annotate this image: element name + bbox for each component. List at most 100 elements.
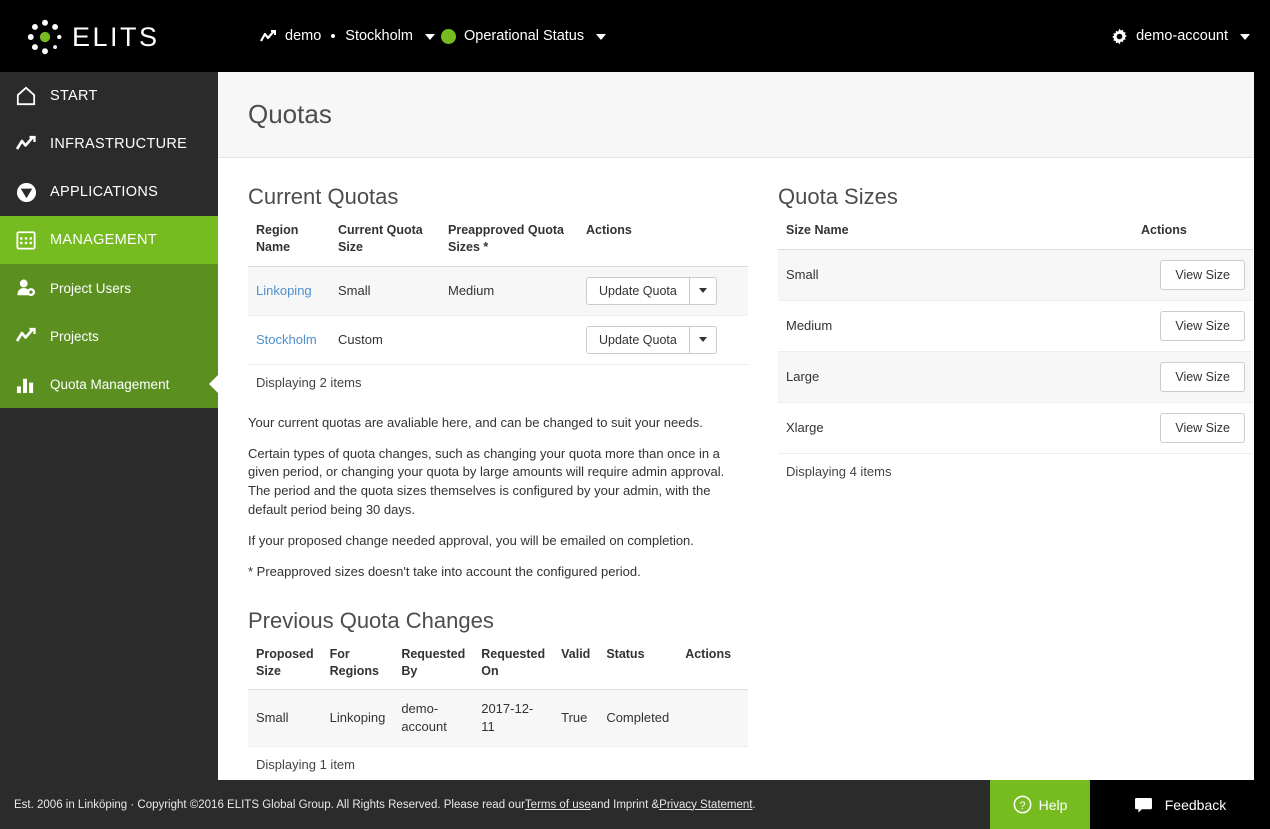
speech-bubble-icon (1134, 797, 1152, 813)
table-row[interactable]: Large View Size (778, 351, 1253, 403)
current-quotas-count: Displaying 2 items (256, 374, 362, 390)
left-column: Current Quotas Region Name Current Quota… (248, 176, 748, 772)
previous-changes-table: Proposed Size For Regions Requested By R… (248, 640, 748, 747)
green-status-dot-icon (441, 28, 456, 44)
page-header: Quotas (218, 72, 1254, 158)
active-item-arrow-icon (209, 375, 218, 393)
nav-separator-dot (331, 34, 336, 38)
table-header-row: Size Name Actions (778, 216, 1253, 250)
column-header-current-quota-size: Current Quota Size (338, 223, 423, 254)
sidebar-item-start[interactable]: START (0, 72, 218, 120)
cell-region-name: Linkoping (248, 266, 330, 316)
page-title: Quotas (248, 99, 332, 129)
quota-sizes-heading: Quota Sizes (778, 184, 898, 209)
sidebar-item-project-users[interactable]: Project Users (0, 264, 218, 312)
cell-size-name: Medium (778, 300, 1133, 352)
update-quota-dropdown-toggle[interactable] (689, 276, 717, 305)
region-link-stockholm[interactable]: Stockholm (256, 332, 317, 347)
sidebar-item-label: Quota Management (50, 376, 170, 392)
info-paragraph-4: * Preapproved sizes doesn't take into ac… (248, 563, 641, 579)
table-header-row: Proposed Size For Regions Requested By R… (248, 640, 748, 690)
footer-text-before: Est. 2006 in Linköping · Copyright ©2016… (14, 798, 525, 811)
region-link-linkoping[interactable]: Linkoping (256, 283, 312, 298)
info-paragraphs: Your current quotas are avaliable here, … (248, 414, 748, 582)
view-size-button[interactable]: View Size (1160, 259, 1245, 290)
update-quota-button[interactable]: Update Quota (586, 325, 690, 354)
gear-icon (1112, 28, 1127, 44)
top-bar: ELITS YOUR CLOUD COMPUTING ASSISTANT dem… (0, 0, 1270, 85)
cell-requested-on: 2017-12-11 (473, 689, 554, 747)
nav-status-label: Operational Status (464, 28, 585, 44)
current-quotas-table: Region Name Current Quota Size Preapprov… (248, 216, 748, 365)
column-header-status: Status (606, 646, 645, 661)
question-circle-icon: ? (1013, 795, 1032, 814)
nav-region-label: Stockholm (345, 28, 413, 44)
cell-status: Completed (598, 689, 678, 747)
column-header-proposed-size: Proposed Size (256, 646, 314, 678)
terms-of-use-link[interactable]: Terms of use (525, 799, 591, 811)
cell-requested-by: demo-account (393, 689, 474, 747)
cell-actions: Update Quota (578, 315, 748, 365)
column-header-for-regions: For Regions (329, 646, 379, 678)
info-paragraph-2: Certain types of quota changes, such as … (248, 445, 725, 518)
brand-logo[interactable]: ELITS (0, 0, 218, 72)
chevron-down-icon (424, 34, 435, 40)
update-quota-dropdown-toggle[interactable] (689, 325, 717, 354)
column-header-actions: Actions (586, 223, 632, 237)
table-row[interactable]: Stockholm Custom Update Quota (248, 315, 748, 365)
cell-preapproved: Medium (440, 266, 578, 316)
privacy-statement-link[interactable]: Privacy Statement (659, 799, 752, 811)
nav-account-menu[interactable]: demo-account (1111, 24, 1250, 48)
grid-calendar-icon (16, 230, 42, 250)
sidebar-item-infrastructure[interactable]: INFRASTRUCTURE (0, 120, 218, 168)
sidebar-item-label: Project Users (50, 280, 132, 296)
shield-icon (16, 182, 42, 203)
sidebar-item-label: INFRASTRUCTURE (50, 136, 188, 152)
table-row[interactable]: Small View Size (778, 249, 1253, 301)
table-header-row: Region Name Current Quota Size Preapprov… (248, 216, 748, 267)
sidebar: START INFRASTRUCTURE APPLICATIONS MANAGE… (0, 72, 218, 829)
sidebar-item-projects[interactable]: Projects (0, 312, 218, 360)
footer-text-middle: and Imprint & (590, 798, 660, 811)
cell-current-size: Small (330, 266, 440, 316)
svg-text:?: ? (1019, 800, 1025, 812)
current-quotas-heading: Current Quotas (248, 184, 399, 209)
previous-changes-section: Previous Quota Changes Proposed Size For… (248, 608, 748, 772)
cell-size-name: Large (778, 351, 1133, 403)
cell-for-regions: Linkoping (321, 689, 394, 747)
column-header-actions: Actions (685, 646, 732, 661)
column-header-requested-by: Requested By (401, 646, 466, 678)
cell-preapproved (440, 315, 578, 365)
nav-project-region-selector[interactable]: demo Stockholm (260, 24, 435, 48)
bar-chart-icon (16, 375, 42, 394)
chart-line-icon (260, 29, 276, 42)
cell-actions: View Size (1133, 351, 1253, 403)
elits-dot-ring-logo-icon (27, 19, 62, 55)
view-size-button[interactable]: View Size (1160, 361, 1245, 392)
update-quota-button[interactable]: Update Quota (586, 276, 690, 305)
chart-line-icon (16, 135, 42, 153)
help-button[interactable]: ? Help (990, 780, 1090, 829)
user-gear-icon (16, 278, 42, 298)
view-size-button[interactable]: View Size (1160, 412, 1245, 443)
view-size-button[interactable]: View Size (1160, 310, 1245, 341)
info-paragraph-1: Your current quotas are avaliable here, … (248, 414, 703, 430)
sidebar-item-label: MANAGEMENT (50, 232, 157, 248)
feedback-button[interactable]: Feedback (1090, 780, 1270, 829)
column-header-size-name: Size Name (786, 223, 849, 237)
table-row[interactable]: Medium View Size (778, 300, 1253, 352)
table-row[interactable]: Small Linkoping demo-account 2017-12-11 … (248, 689, 748, 747)
table-row[interactable]: Linkoping Small Medium Update Quota (248, 266, 748, 316)
footer-copyright: Est. 2006 in Linköping · Copyright ©2016… (14, 780, 756, 829)
chart-line-icon (16, 327, 42, 345)
column-header-region-name: Region Name (256, 223, 299, 254)
sidebar-item-management[interactable]: MANAGEMENT (0, 216, 218, 264)
cell-actions (677, 689, 748, 747)
cell-valid: True (553, 689, 599, 747)
table-row[interactable]: Xlarge View Size (778, 402, 1253, 454)
home-icon (16, 86, 42, 106)
cell-actions: Update Quota (578, 266, 748, 316)
sidebar-item-applications[interactable]: APPLICATIONS (0, 168, 218, 216)
nav-operational-status[interactable]: Operational Status (441, 24, 607, 48)
sidebar-item-quota-management[interactable]: Quota Management (0, 360, 218, 408)
